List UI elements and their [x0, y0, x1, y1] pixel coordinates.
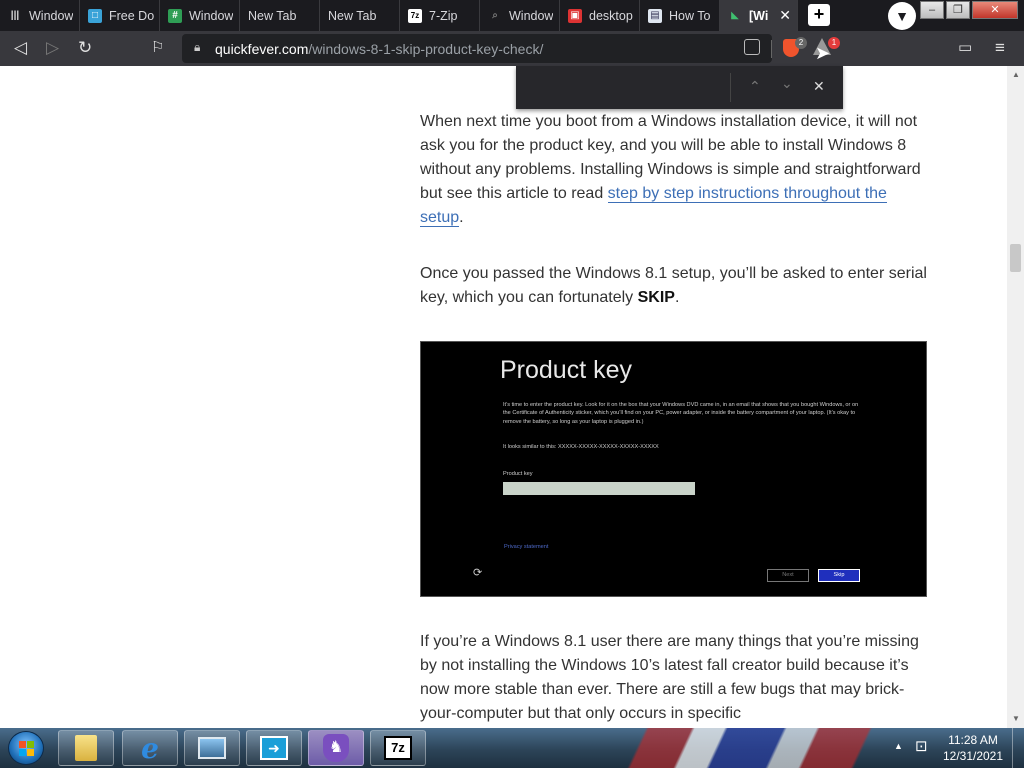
red-app-icon: ▣ [568, 8, 582, 23]
mouse-cursor-icon: ➤ [815, 43, 831, 63]
pk-hint: It looks similar to this: XXXXX-XXXXX-XX… [503, 444, 659, 450]
page-viewport: When next time you boot from a Windows i… [0, 66, 1007, 728]
page-scrollbar[interactable]: ▲ ▼ [1007, 66, 1024, 728]
url-text[interactable]: quickfever.com/windows-8-1-skip-product-… [215, 41, 543, 57]
taskbar-7zip[interactable]: 7z [370, 730, 426, 766]
clock-time: 11:28 AM [948, 733, 998, 747]
tab-strip: ||| Window □ Free Do # Window New Tab New T… [0, 0, 1024, 31]
pk-body: It’s time to enter the product key. Look… [503, 402, 859, 425]
remote-icon: ➜ [260, 736, 288, 760]
ease-of-access-icon: ⟳ [473, 567, 483, 579]
tab-7[interactable]: ⌕ Window [480, 0, 560, 31]
scroll-up-icon[interactable]: ▲ [1012, 70, 1020, 79]
taskbar-explorer[interactable] [58, 730, 114, 766]
scrollbar-thumb[interactable] [1010, 244, 1021, 272]
start-button[interactable] [8, 731, 44, 765]
tab-3[interactable]: # Window [160, 0, 240, 31]
forward-icon[interactable]: ▷ [46, 38, 59, 58]
find-next-icon[interactable]: ⌄ [781, 75, 793, 92]
taskbar-remote[interactable]: ➜ [246, 730, 302, 766]
wallet-icon[interactable]: ▭ [958, 38, 972, 58]
tab-1[interactable]: ||| Window [0, 0, 80, 31]
find-previous-icon[interactable]: ⌃ [749, 78, 761, 95]
clock-date: 12/31/2021 [942, 749, 1004, 763]
pk-input [503, 482, 695, 495]
window-controls: – ❐ ✕ [918, 1, 1018, 19]
ie-icon: e [141, 731, 159, 765]
start-logo-icon [19, 741, 26, 748]
tab-8[interactable]: ▣ desktop [560, 0, 640, 31]
taskbar-ie[interactable]: e [122, 730, 178, 766]
find-input[interactable] [524, 74, 729, 101]
doc-icon: □ [88, 8, 102, 23]
lock-icon: 🔒︎ [194, 40, 201, 54]
search-icon: ⌕ [492, 10, 498, 21]
find-close-icon[interactable]: ✕ [813, 78, 825, 95]
tab-5[interactable]: New Tab [320, 0, 400, 31]
article-paragraph-2: Once you passed the Windows 8.1 setup, y… [420, 265, 927, 306]
7zip-icon: 7z [384, 736, 412, 760]
close-window-button[interactable]: ✕ [972, 1, 1018, 19]
close-tab-icon[interactable]: ✕ [779, 7, 791, 24]
pk-next-button: Next [767, 569, 809, 582]
doc-icon: ▤ [648, 8, 662, 23]
tab-4[interactable]: New Tab [240, 0, 320, 31]
tab-active[interactable]: ◣ [Wi ✕ [720, 0, 798, 31]
pk-privacy-link: Privacy statement [504, 544, 549, 550]
network-icon[interactable]: ⊡ [915, 737, 928, 755]
folder-icon [75, 735, 97, 761]
system-clock[interactable]: 11:28 AM 12/31/2021 [940, 732, 1006, 764]
find-bar: ⌃ ⌄ ✕ [516, 66, 843, 109]
desktop-icon [198, 737, 226, 759]
windows-taskbar: e ➜ ♞ 7z ▲ ⊡ 11:28 AM 12/31/2021 [0, 728, 1024, 768]
product-key-screenshot: Product key It’s time to enter the produ… [420, 341, 927, 597]
back-icon[interactable]: ◁ [14, 38, 27, 58]
article-paragraph-1: When next time you boot from a Windows i… [420, 113, 921, 227]
reload-icon[interactable]: ↻ [78, 38, 92, 58]
tab-search-icon[interactable]: ▼ [888, 2, 916, 30]
find-divider [730, 73, 731, 102]
tab-9[interactable]: ▤ How To [640, 0, 720, 31]
pk-field-label: Product key [503, 471, 533, 477]
navigation-toolbar: ◁ ▷ ↻ ⚐ 🔒︎ quickfever.com/windows-8-1-sk… [0, 31, 1024, 66]
pk-title: Product key [500, 356, 633, 384]
start-logo-part [19, 749, 26, 756]
wallpaper-art [580, 728, 890, 768]
site-favicon-icon: ◣ [731, 10, 739, 21]
pk-skip-button: Skip [818, 569, 860, 582]
minimize-button[interactable]: – [920, 1, 944, 19]
brave-icon: ♞ [323, 734, 349, 762]
show-desktop-button[interactable] [1012, 728, 1024, 768]
show-hidden-icons-icon[interactable]: ▲ [894, 741, 903, 751]
tab-2[interactable]: □ Free Do [80, 0, 160, 31]
article-paragraph-3: If you’re a Windows 8.1 user there are m… [420, 633, 919, 722]
divider [771, 40, 772, 58]
start-logo-part [27, 749, 34, 756]
address-bar[interactable]: 🔒︎ quickfever.com/windows-8-1-skip-produ… [182, 34, 772, 63]
taskbar-desktop[interactable] [184, 730, 240, 766]
shields-badge: 2 [795, 37, 807, 49]
bookmark-icon[interactable]: ⚐ [151, 38, 164, 58]
grid-icon: # [168, 8, 182, 23]
columns-icon: ||| [10, 10, 20, 21]
screenshot-icon[interactable] [744, 39, 760, 55]
menu-icon[interactable]: ≡ [995, 38, 1005, 58]
scroll-down-icon[interactable]: ▼ [1012, 714, 1020, 723]
start-logo-part [27, 741, 34, 748]
7z-icon: 7z [408, 8, 422, 23]
restore-button[interactable]: ❐ [946, 1, 970, 19]
taskbar-brave[interactable]: ♞ [308, 730, 364, 766]
new-tab-button[interactable]: + [808, 4, 830, 26]
tab-6[interactable]: 7z 7-Zip [400, 0, 480, 31]
